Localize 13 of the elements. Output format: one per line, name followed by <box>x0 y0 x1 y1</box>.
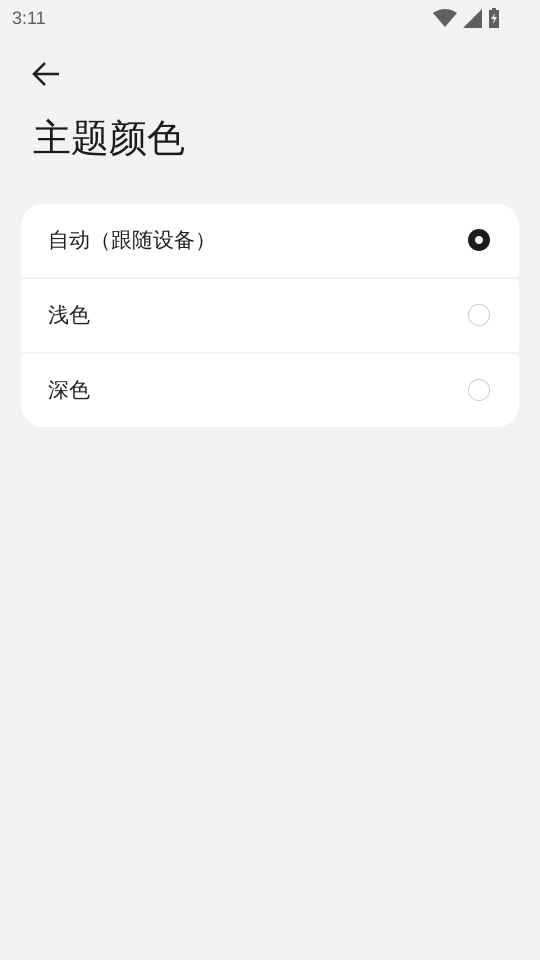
battery-icon <box>488 8 500 28</box>
radio-button[interactable] <box>468 229 490 252</box>
option-label: 浅色 <box>48 302 90 330</box>
theme-option[interactable]: 自动（跟随设备） <box>21 204 519 277</box>
signal-icon <box>463 8 482 28</box>
option-label: 深色 <box>48 377 90 404</box>
wifi-icon <box>433 9 457 27</box>
back-arrow-icon <box>32 61 60 87</box>
theme-option[interactable]: 深色 <box>21 354 519 427</box>
theme-option[interactable]: 浅色 <box>21 278 519 352</box>
page-title: 主题颜色 <box>33 116 186 162</box>
status-time: 3:11 <box>12 8 46 28</box>
option-label: 自动（跟随设备） <box>48 227 216 254</box>
